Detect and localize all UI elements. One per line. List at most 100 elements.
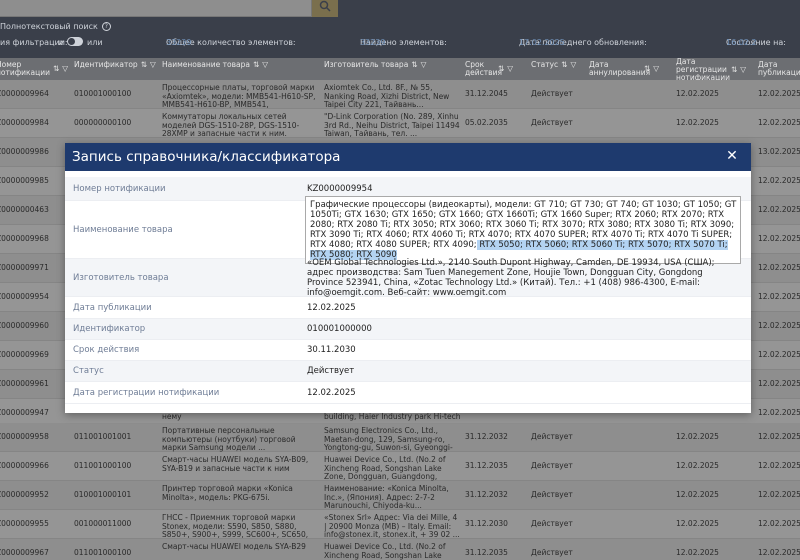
filter-icon[interactable]: ▽ bbox=[150, 61, 156, 69]
search-input[interactable] bbox=[0, 0, 312, 17]
cell-status: Действует bbox=[531, 491, 573, 499]
cell-pub: 12.02.2025 bbox=[758, 351, 800, 359]
sort-icon[interactable]: ⇅ bbox=[141, 61, 147, 69]
field-value: 30.11.2030 bbox=[307, 345, 356, 355]
cell-name: Смарт-часы HUAWEI модель SYA-B29 bbox=[162, 543, 306, 551]
search-button[interactable] bbox=[312, 0, 338, 17]
table-row[interactable]: Z0000009967 011001000100 Смарт-часы HUAW… bbox=[0, 539, 800, 560]
cell-term: 31.12.2035 bbox=[465, 549, 508, 557]
cell-maker: Huawei Device Co., Ltd. (No.2 of Xinchen… bbox=[324, 543, 446, 560]
cell-term: 31.12.2045 bbox=[465, 90, 508, 98]
cell-pub: 12.02.2025 bbox=[758, 119, 800, 127]
cell-status: Действует bbox=[531, 119, 573, 127]
cell-name: ГНСС - Приемник торговой марки Stonex, м… bbox=[162, 514, 309, 540]
cell-term: 31.12.2030 bbox=[465, 520, 508, 528]
col-maker[interactable]: Изготовитель товара ⇅ ▽ bbox=[324, 61, 426, 69]
sort-icon[interactable]: ⇅ bbox=[253, 61, 259, 69]
cell-status: Действует bbox=[531, 90, 573, 98]
field-row-identifier: Идентификатор 010001000000 bbox=[65, 319, 751, 340]
cell-status: Действует bbox=[531, 549, 573, 557]
cell-maker: Axiomtek Co., Ltd. 8F., № 55, Nanking Ro… bbox=[324, 84, 450, 109]
cell-reg: 12.02.2025 bbox=[676, 462, 719, 470]
table-row[interactable]: Z0000009952 010001000101 Принтер торгово… bbox=[0, 481, 800, 510]
cell-pub: 12.02.2025 bbox=[758, 177, 800, 185]
col-reg[interactable]: Дата регистрации нотификации ⇅ ▽ bbox=[676, 58, 746, 82]
cell-pub: 12.02.2025 bbox=[758, 235, 800, 243]
cell-reg: 12.02.2025 bbox=[676, 520, 719, 528]
field-row-published: Дата публикации 12.02.2025 bbox=[65, 297, 751, 319]
sort-icon[interactable]: ⇅ bbox=[644, 65, 650, 73]
sort-icon[interactable]: ⇅ bbox=[53, 65, 59, 73]
cell-pub: 12.02.2025 bbox=[758, 549, 800, 557]
filter-icon[interactable]: ▽ bbox=[62, 65, 68, 73]
field-label: Дата публикации bbox=[73, 302, 152, 313]
field-label: Дата регистрации нотификации bbox=[73, 387, 220, 398]
field-value-container: Графические процессоры (видеокарты), мод… bbox=[305, 195, 751, 264]
fulltext-label: Полнотекстовый поиск bbox=[0, 22, 98, 31]
field-label: Номер нотификации bbox=[73, 183, 166, 194]
close-icon[interactable]: ✕ bbox=[725, 149, 739, 163]
cell-number: Z0000009952 bbox=[0, 491, 49, 499]
table-row[interactable]: Z0000009955 001000011000 ГНСС - Приемник… bbox=[0, 510, 800, 540]
cell-id: 011001000100 bbox=[74, 462, 132, 470]
help-icon[interactable]: ? bbox=[101, 22, 111, 31]
sort-icon[interactable]: ⇅ bbox=[561, 61, 567, 69]
cell-id: 010001000101 bbox=[74, 491, 132, 499]
cell-name: Смарт-часы HUAWEI модель SYA-B09, SYA-B1… bbox=[162, 456, 309, 473]
field-value: 010001000000 bbox=[307, 324, 372, 334]
cell-pub: 12.02.2025 bbox=[758, 491, 800, 499]
product-name-value[interactable]: Графические процессоры (видеокарты), мод… bbox=[305, 195, 741, 264]
col-term-label: Срок действия bbox=[465, 60, 502, 77]
filter-icon[interactable]: ▽ bbox=[262, 61, 268, 69]
cell-reg: 12.02.2025 bbox=[676, 549, 719, 557]
cell-number: Z0000009964 bbox=[0, 90, 49, 98]
col-number[interactable]: Номер нотификации⇅▽ bbox=[0, 61, 68, 77]
cell-number: Z0000009984 bbox=[0, 119, 49, 127]
cell-pub: 12.02.2025 bbox=[758, 206, 800, 214]
cell-reg: 12.02.2025 bbox=[676, 90, 719, 98]
cell-number: Z0000009986 bbox=[0, 148, 49, 156]
filter-icon[interactable]: ▽ bbox=[570, 61, 576, 69]
col-status-label: Статус bbox=[531, 60, 559, 69]
sort-icon[interactable]: ⇅ bbox=[498, 65, 504, 73]
cell-pub: 12.02.2025 bbox=[758, 462, 800, 470]
table-header: Номер нотификации⇅▽ Идентификатор⇅▽ Наим… bbox=[0, 58, 800, 82]
col-pub-label: Дата публикации bbox=[758, 60, 800, 77]
col-name[interactable]: Наименование товара ⇅ ▽ bbox=[162, 61, 268, 69]
found-value: 33239 bbox=[360, 38, 386, 47]
filter-icon[interactable]: ▽ bbox=[653, 65, 659, 73]
modal-body: Номер нотификации KZ0000009954 Наименова… bbox=[65, 171, 751, 404]
cell-number: Z0000009968 bbox=[0, 235, 49, 243]
filter-icon[interactable]: ▽ bbox=[421, 61, 427, 69]
filter-icon[interactable]: ▽ bbox=[507, 65, 513, 73]
col-cancel[interactable]: Дата аннулирования ⇅ ▽ bbox=[589, 61, 659, 77]
filter-mode-toggle[interactable] bbox=[67, 37, 83, 46]
cell-reg: 12.02.2025 bbox=[676, 491, 719, 499]
fulltext-search-toggle[interactable]: Полнотекстовый поиск ? bbox=[0, 22, 111, 31]
cell-id: 010001000100 bbox=[74, 90, 132, 98]
cell-term: 31.12.2035 bbox=[465, 462, 508, 470]
cell-term: 05.02.2035 bbox=[465, 119, 508, 127]
sort-icon[interactable]: ⇅ bbox=[731, 66, 737, 74]
table-row[interactable]: Z0000009984 000000000100 Коммутаторы лок… bbox=[0, 109, 800, 138]
cell-status: Действует bbox=[531, 520, 573, 528]
cell-number: Z0000009966 bbox=[0, 462, 49, 470]
col-id-label: Идентификатор bbox=[74, 60, 138, 69]
cell-pub: 12.02.2025 bbox=[758, 322, 800, 330]
filter-icon[interactable]: ▽ bbox=[740, 66, 746, 74]
sort-icon[interactable]: ⇅ bbox=[411, 61, 417, 69]
table-row[interactable]: Z0000009964 010001000100 Процессорные пл… bbox=[0, 80, 800, 110]
cell-maker: "D-Link Corporation (No. 289, Xinhu 3rd … bbox=[324, 113, 460, 138]
table-row[interactable]: Z0000009966 011001000100 Смарт-часы HUAW… bbox=[0, 452, 800, 482]
cell-pub: 12.02.2025 bbox=[758, 380, 800, 388]
field-value: «OEM Global Technologies Ltd.», 2140 Sou… bbox=[307, 257, 715, 298]
table-row[interactable]: Z0000009958 011001001001 Портативные пер… bbox=[0, 423, 800, 453]
col-cancel-label: Дата аннулирования bbox=[589, 60, 651, 77]
col-status[interactable]: Статус ⇅ ▽ bbox=[531, 61, 576, 69]
cell-reg: 12.02.2025 bbox=[676, 433, 719, 441]
col-term[interactable]: Срок действия ⇅ ▽ bbox=[465, 61, 525, 77]
col-id[interactable]: Идентификатор ⇅ ▽ bbox=[74, 61, 156, 69]
field-value: Действует bbox=[307, 366, 355, 376]
col-pub[interactable]: Дата публикации bbox=[758, 61, 800, 77]
field-value: 12.02.2025 bbox=[307, 387, 356, 398]
